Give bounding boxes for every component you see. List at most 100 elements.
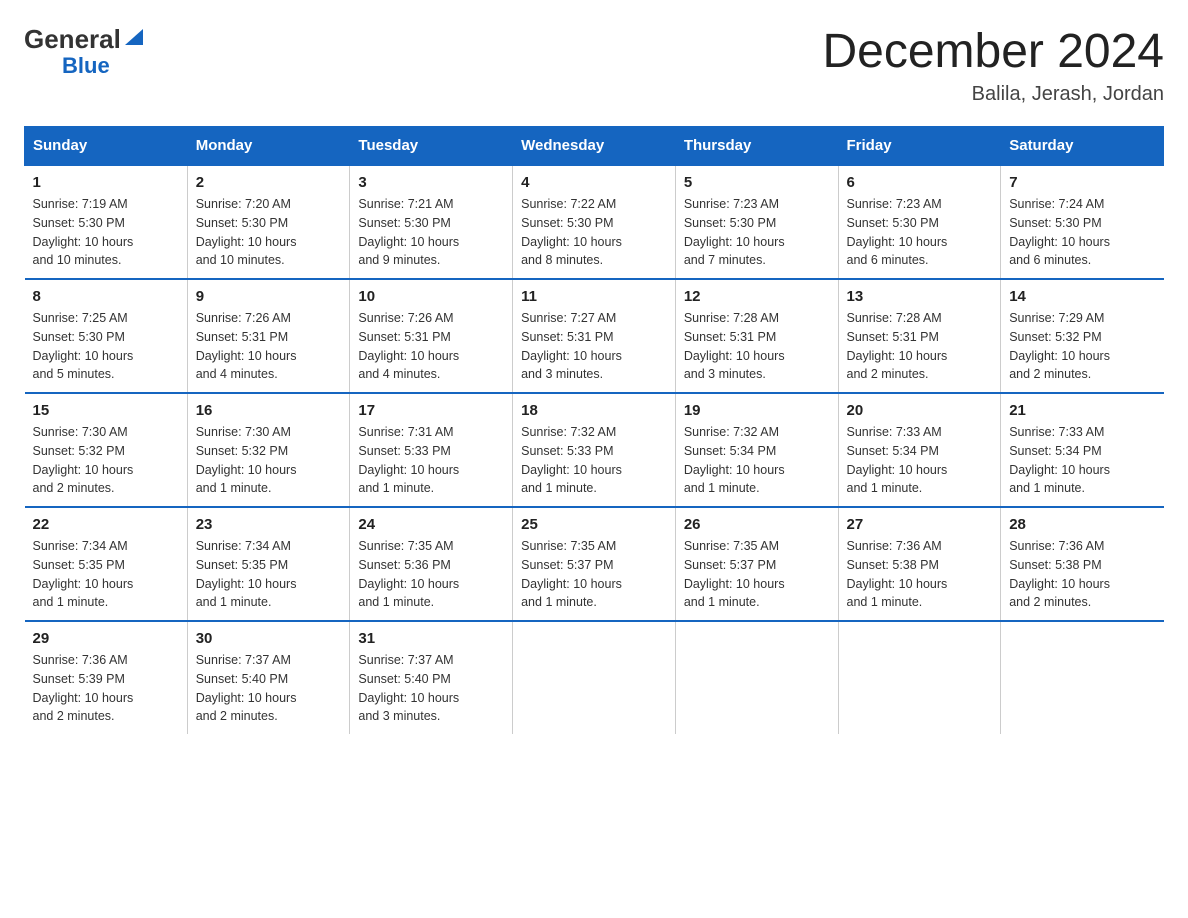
day-cell: 13 Sunrise: 7:28 AMSunset: 5:31 PMDayligh… xyxy=(838,279,1001,393)
day-number: 12 xyxy=(684,288,830,305)
day-info: Sunrise: 7:31 AMSunset: 5:33 PMDaylight:… xyxy=(358,423,504,498)
day-cell: 19Sunrise: 7:32 AMSunset: 5:34 PMDayligh… xyxy=(675,393,838,507)
day-info: Sunrise: 7:36 AMSunset: 5:38 PMDaylight:… xyxy=(1009,537,1155,612)
day-cell: 28 Sunrise: 7:36 AMSunset: 5:38 PMDayligh… xyxy=(1001,507,1164,621)
day-cell: 5 Sunrise: 7:23 AMSunset: 5:30 PMDaylight… xyxy=(675,165,838,279)
day-cell: 23 Sunrise: 7:34 AMSunset: 5:35 PMDayligh… xyxy=(187,507,350,621)
day-info: Sunrise: 7:34 AMSunset: 5:35 PMDaylight:… xyxy=(33,537,179,612)
day-number: 5 xyxy=(684,174,830,191)
day-number: 27 xyxy=(847,516,993,533)
day-cell: 8Sunrise: 7:25 AMSunset: 5:30 PMDaylight… xyxy=(25,279,188,393)
day-cell: 22 Sunrise: 7:34 AMSunset: 5:35 PMDayligh… xyxy=(25,507,188,621)
day-info: Sunrise: 7:24 AMSunset: 5:30 PMDaylight:… xyxy=(1009,195,1155,270)
day-number: 16 xyxy=(196,402,342,419)
day-cell: 2 Sunrise: 7:20 AMSunset: 5:30 PMDaylight… xyxy=(187,165,350,279)
day-info: Sunrise: 7:28 AMSunset: 5:31 PMDaylight:… xyxy=(847,309,993,384)
day-number: 4 xyxy=(521,174,667,191)
day-info: Sunrise: 7:30 AMSunset: 5:32 PMDaylight:… xyxy=(196,423,342,498)
day-cell: 29Sunrise: 7:36 AMSunset: 5:39 PMDayligh… xyxy=(25,621,188,734)
day-cell: 27 Sunrise: 7:36 AMSunset: 5:38 PMDayligh… xyxy=(838,507,1001,621)
day-cell: 9Sunrise: 7:26 AMSunset: 5:31 PMDaylight… xyxy=(187,279,350,393)
day-number: 28 xyxy=(1009,516,1155,533)
day-cell: 17Sunrise: 7:31 AMSunset: 5:33 PMDayligh… xyxy=(350,393,513,507)
day-cell: 26 Sunrise: 7:35 AMSunset: 5:37 PMDayligh… xyxy=(675,507,838,621)
day-cell: 1Sunrise: 7:19 AMSunset: 5:30 PMDaylight… xyxy=(25,165,188,279)
day-info: Sunrise: 7:36 AMSunset: 5:38 PMDaylight:… xyxy=(847,537,993,612)
day-info: Sunrise: 7:34 AMSunset: 5:35 PMDaylight:… xyxy=(196,537,342,612)
day-cell xyxy=(1001,621,1164,734)
day-cell: 15 Sunrise: 7:30 AMSunset: 5:32 PMDayligh… xyxy=(25,393,188,507)
day-cell: 14 Sunrise: 7:29 AMSunset: 5:32 PMDayligh… xyxy=(1001,279,1164,393)
day-cell xyxy=(838,621,1001,734)
day-number: 25 xyxy=(521,516,667,533)
day-number: 2 xyxy=(196,174,342,191)
day-info: Sunrise: 7:28 AMSunset: 5:31 PMDaylight:… xyxy=(684,309,830,384)
header-row: SundayMondayTuesdayWednesdayThursdayFrid… xyxy=(25,127,1164,166)
day-info: Sunrise: 7:22 AMSunset: 5:30 PMDaylight:… xyxy=(521,195,667,270)
day-cell: 16 Sunrise: 7:30 AMSunset: 5:32 PMDayligh… xyxy=(187,393,350,507)
header-cell-saturday: Saturday xyxy=(1001,127,1164,166)
header-cell-tuesday: Tuesday xyxy=(350,127,513,166)
logo-blue-text: Blue xyxy=(24,53,110,79)
day-info: Sunrise: 7:25 AMSunset: 5:30 PMDaylight:… xyxy=(33,309,179,384)
day-cell: 4 Sunrise: 7:22 AMSunset: 5:30 PMDaylight… xyxy=(513,165,676,279)
day-number: 23 xyxy=(196,516,342,533)
day-cell: 12 Sunrise: 7:28 AMSunset: 5:31 PMDayligh… xyxy=(675,279,838,393)
day-number: 26 xyxy=(684,516,830,533)
day-info: Sunrise: 7:37 AMSunset: 5:40 PMDaylight:… xyxy=(196,651,342,726)
page-title: December 2024 xyxy=(822,24,1164,79)
calendar-header: SundayMondayTuesdayWednesdayThursdayFrid… xyxy=(25,127,1164,166)
day-number: 7 xyxy=(1009,174,1155,191)
day-cell: 7 Sunrise: 7:24 AMSunset: 5:30 PMDaylight… xyxy=(1001,165,1164,279)
day-info: Sunrise: 7:23 AMSunset: 5:30 PMDaylight:… xyxy=(684,195,830,270)
day-info: Sunrise: 7:32 AMSunset: 5:34 PMDaylight:… xyxy=(684,423,830,498)
header: General Blue December 2024 Balila, Jeras… xyxy=(24,24,1164,106)
day-number: 15 xyxy=(33,402,179,419)
day-number: 1 xyxy=(33,174,179,191)
day-info: Sunrise: 7:26 AMSunset: 5:31 PMDaylight:… xyxy=(196,309,342,384)
day-cell: 10Sunrise: 7:26 AMSunset: 5:31 PMDayligh… xyxy=(350,279,513,393)
day-number: 18 xyxy=(521,402,667,419)
day-cell xyxy=(513,621,676,734)
day-number: 30 xyxy=(196,630,342,647)
header-cell-thursday: Thursday xyxy=(675,127,838,166)
day-cell xyxy=(675,621,838,734)
day-cell: 24 Sunrise: 7:35 AMSunset: 5:36 PMDayligh… xyxy=(350,507,513,621)
day-info: Sunrise: 7:23 AMSunset: 5:30 PMDaylight:… xyxy=(847,195,993,270)
title-block: December 2024 Balila, Jerash, Jordan xyxy=(822,24,1164,106)
day-info: Sunrise: 7:35 AMSunset: 5:37 PMDaylight:… xyxy=(684,537,830,612)
day-cell: 25 Sunrise: 7:35 AMSunset: 5:37 PMDayligh… xyxy=(513,507,676,621)
week-row-3: 15 Sunrise: 7:30 AMSunset: 5:32 PMDayligh… xyxy=(25,393,1164,507)
day-info: Sunrise: 7:32 AMSunset: 5:33 PMDaylight:… xyxy=(521,423,667,498)
day-number: 10 xyxy=(358,288,504,305)
day-cell: 11Sunrise: 7:27 AMSunset: 5:31 PMDayligh… xyxy=(513,279,676,393)
day-info: Sunrise: 7:33 AMSunset: 5:34 PMDaylight:… xyxy=(1009,423,1155,498)
day-number: 6 xyxy=(847,174,993,191)
logo-general-text: General xyxy=(24,24,121,55)
header-cell-sunday: Sunday xyxy=(25,127,188,166)
day-number: 31 xyxy=(358,630,504,647)
day-cell: 6 Sunrise: 7:23 AMSunset: 5:30 PMDaylight… xyxy=(838,165,1001,279)
day-number: 20 xyxy=(847,402,993,419)
logo-triangle-icon xyxy=(123,27,145,49)
day-cell: 3Sunrise: 7:21 AMSunset: 5:30 PMDaylight… xyxy=(350,165,513,279)
day-info: Sunrise: 7:20 AMSunset: 5:30 PMDaylight:… xyxy=(196,195,342,270)
logo: General Blue xyxy=(24,24,145,79)
day-number: 24 xyxy=(358,516,504,533)
day-number: 13 xyxy=(847,288,993,305)
day-number: 29 xyxy=(33,630,179,647)
day-info: Sunrise: 7:35 AMSunset: 5:36 PMDaylight:… xyxy=(358,537,504,612)
day-info: Sunrise: 7:35 AMSunset: 5:37 PMDaylight:… xyxy=(521,537,667,612)
week-row-1: 1Sunrise: 7:19 AMSunset: 5:30 PMDaylight… xyxy=(25,165,1164,279)
header-cell-friday: Friday xyxy=(838,127,1001,166)
calendar-body: 1Sunrise: 7:19 AMSunset: 5:30 PMDaylight… xyxy=(25,165,1164,734)
day-info: Sunrise: 7:29 AMSunset: 5:32 PMDaylight:… xyxy=(1009,309,1155,384)
day-info: Sunrise: 7:30 AMSunset: 5:32 PMDaylight:… xyxy=(33,423,179,498)
day-cell: 18 Sunrise: 7:32 AMSunset: 5:33 PMDayligh… xyxy=(513,393,676,507)
page-subtitle: Balila, Jerash, Jordan xyxy=(822,83,1164,106)
day-number: 14 xyxy=(1009,288,1155,305)
day-number: 3 xyxy=(358,174,504,191)
day-number: 21 xyxy=(1009,402,1155,419)
day-cell: 20Sunrise: 7:33 AMSunset: 5:34 PMDayligh… xyxy=(838,393,1001,507)
day-number: 22 xyxy=(33,516,179,533)
